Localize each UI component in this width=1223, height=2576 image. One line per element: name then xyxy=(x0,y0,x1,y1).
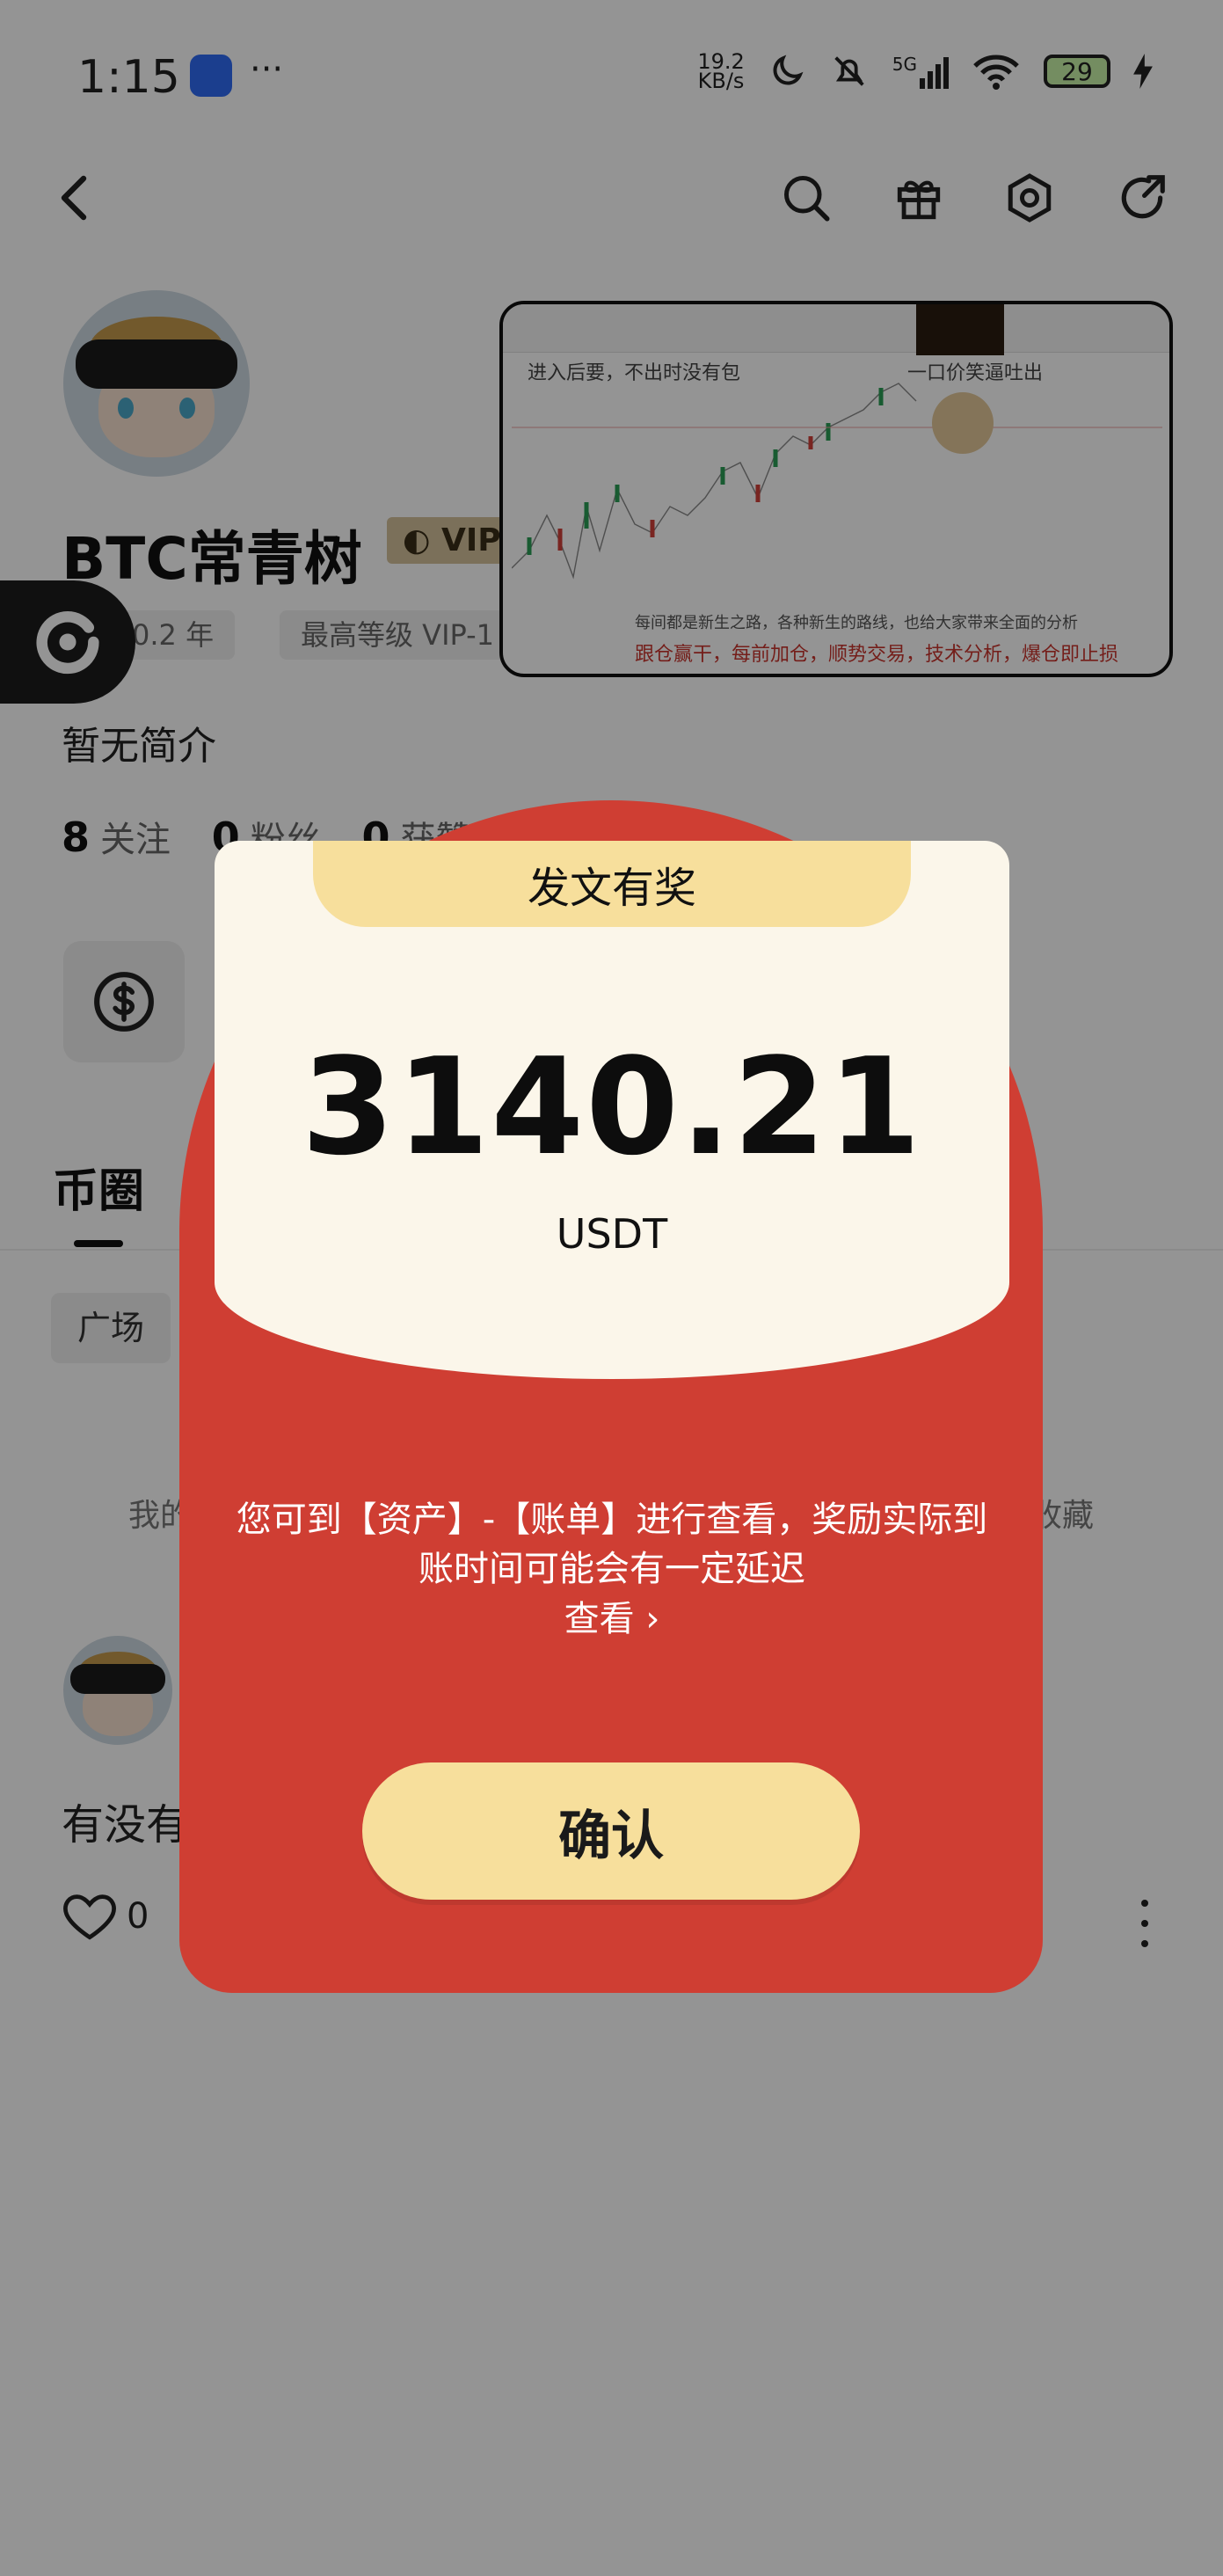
reward-currency: USDT xyxy=(556,1210,668,1258)
reward-note: 您可到【资产】-【账单】进行查看，奖励实际到 账时间可能会有一定延迟 xyxy=(236,1500,988,1589)
reward-modal-title: 发文有奖 xyxy=(313,841,911,927)
confirm-button[interactable]: 确认 xyxy=(362,1762,860,1900)
reward-amount: 3140.21 xyxy=(301,1029,923,1185)
view-bill-link[interactable]: 查看 › xyxy=(215,1590,1009,1641)
